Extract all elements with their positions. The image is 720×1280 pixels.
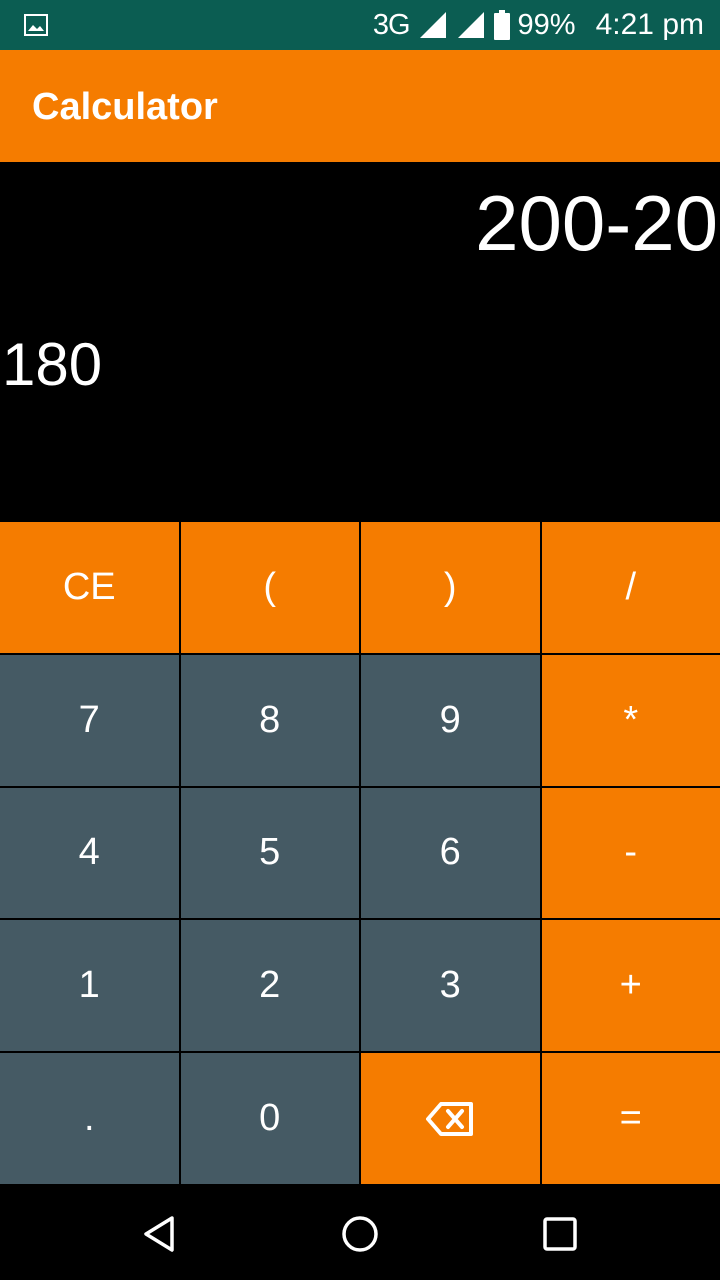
key-label: 4 <box>78 831 100 874</box>
app-bar: Calculator <box>0 50 720 162</box>
digit-0-button[interactable]: 0 <box>180 1053 359 1184</box>
keypad: CE () / 7 8 9 * 4 5 6 - 1 2 3 +. 0 = <box>0 522 720 1184</box>
close-paren-button[interactable]: ) <box>361 522 540 653</box>
key-label: 0 <box>259 1097 281 1140</box>
key-label: 9 <box>439 698 461 741</box>
key-label: . <box>83 1097 95 1140</box>
status-bar: 3G 99% 4:21 pm <box>0 0 720 50</box>
key-label: 8 <box>259 698 281 741</box>
key-label: - <box>624 831 638 874</box>
digit-3-button[interactable]: 3 <box>361 920 540 1052</box>
clear-button[interactable]: CE <box>0 522 179 653</box>
decimal-button[interactable]: . <box>0 1053 179 1184</box>
navigation-bar <box>0 1184 720 1280</box>
back-icon[interactable] <box>140 1214 180 1254</box>
equals-button[interactable]: = <box>541 1053 720 1184</box>
app-title: Calculator <box>32 86 218 128</box>
key-label: 3 <box>439 964 461 1007</box>
key-label: = <box>619 1097 642 1140</box>
result-display: 180 <box>2 331 103 398</box>
digit-1-button[interactable]: 1 <box>0 920 179 1052</box>
key-label: CE <box>62 565 116 608</box>
multiply-button[interactable]: * <box>541 654 720 786</box>
digit-9-button[interactable]: 9 <box>361 654 540 786</box>
add-button[interactable]: + <box>541 920 720 1052</box>
digit-5-button[interactable]: 5 <box>180 787 359 919</box>
calculator-display: 200-20 180 <box>0 162 720 522</box>
key-label: ( <box>263 565 277 608</box>
network-type: 3G <box>372 8 411 41</box>
key-label: 6 <box>439 831 461 874</box>
home-icon[interactable] <box>340 1214 380 1254</box>
key-label: + <box>619 964 642 1007</box>
backspace-icon <box>426 1101 474 1136</box>
digit-7-button[interactable]: 7 <box>0 654 179 786</box>
signal-icon-2 <box>457 12 484 38</box>
signal-icon <box>419 12 446 38</box>
digit-4-button[interactable]: 4 <box>0 787 179 919</box>
key-label: ) <box>443 565 457 608</box>
clock: 4:21 pm <box>595 8 704 41</box>
key-label: * <box>623 698 639 741</box>
key-label: 5 <box>259 831 281 874</box>
digit-6-button[interactable]: 6 <box>361 787 540 919</box>
status-indicators: 3G 99% 4:21 pm <box>373 0 704 50</box>
key-label: 2 <box>259 964 281 1007</box>
backspace-button[interactable] <box>361 1053 540 1184</box>
expression-display: 200-20 <box>475 179 718 267</box>
open-paren-button[interactable]: ( <box>180 522 359 653</box>
recent-apps-icon[interactable] <box>540 1214 580 1254</box>
battery-icon <box>493 10 510 40</box>
key-label: 1 <box>78 964 100 1007</box>
digit-2-button[interactable]: 2 <box>180 920 359 1052</box>
battery-percent: 99% <box>517 8 576 41</box>
digit-8-button[interactable]: 8 <box>180 654 359 786</box>
subtract-button[interactable]: - <box>541 787 720 919</box>
divide-button[interactable]: / <box>541 522 720 653</box>
key-label: 7 <box>78 698 100 741</box>
image-notification-icon <box>24 14 48 36</box>
key-label: / <box>625 565 637 608</box>
